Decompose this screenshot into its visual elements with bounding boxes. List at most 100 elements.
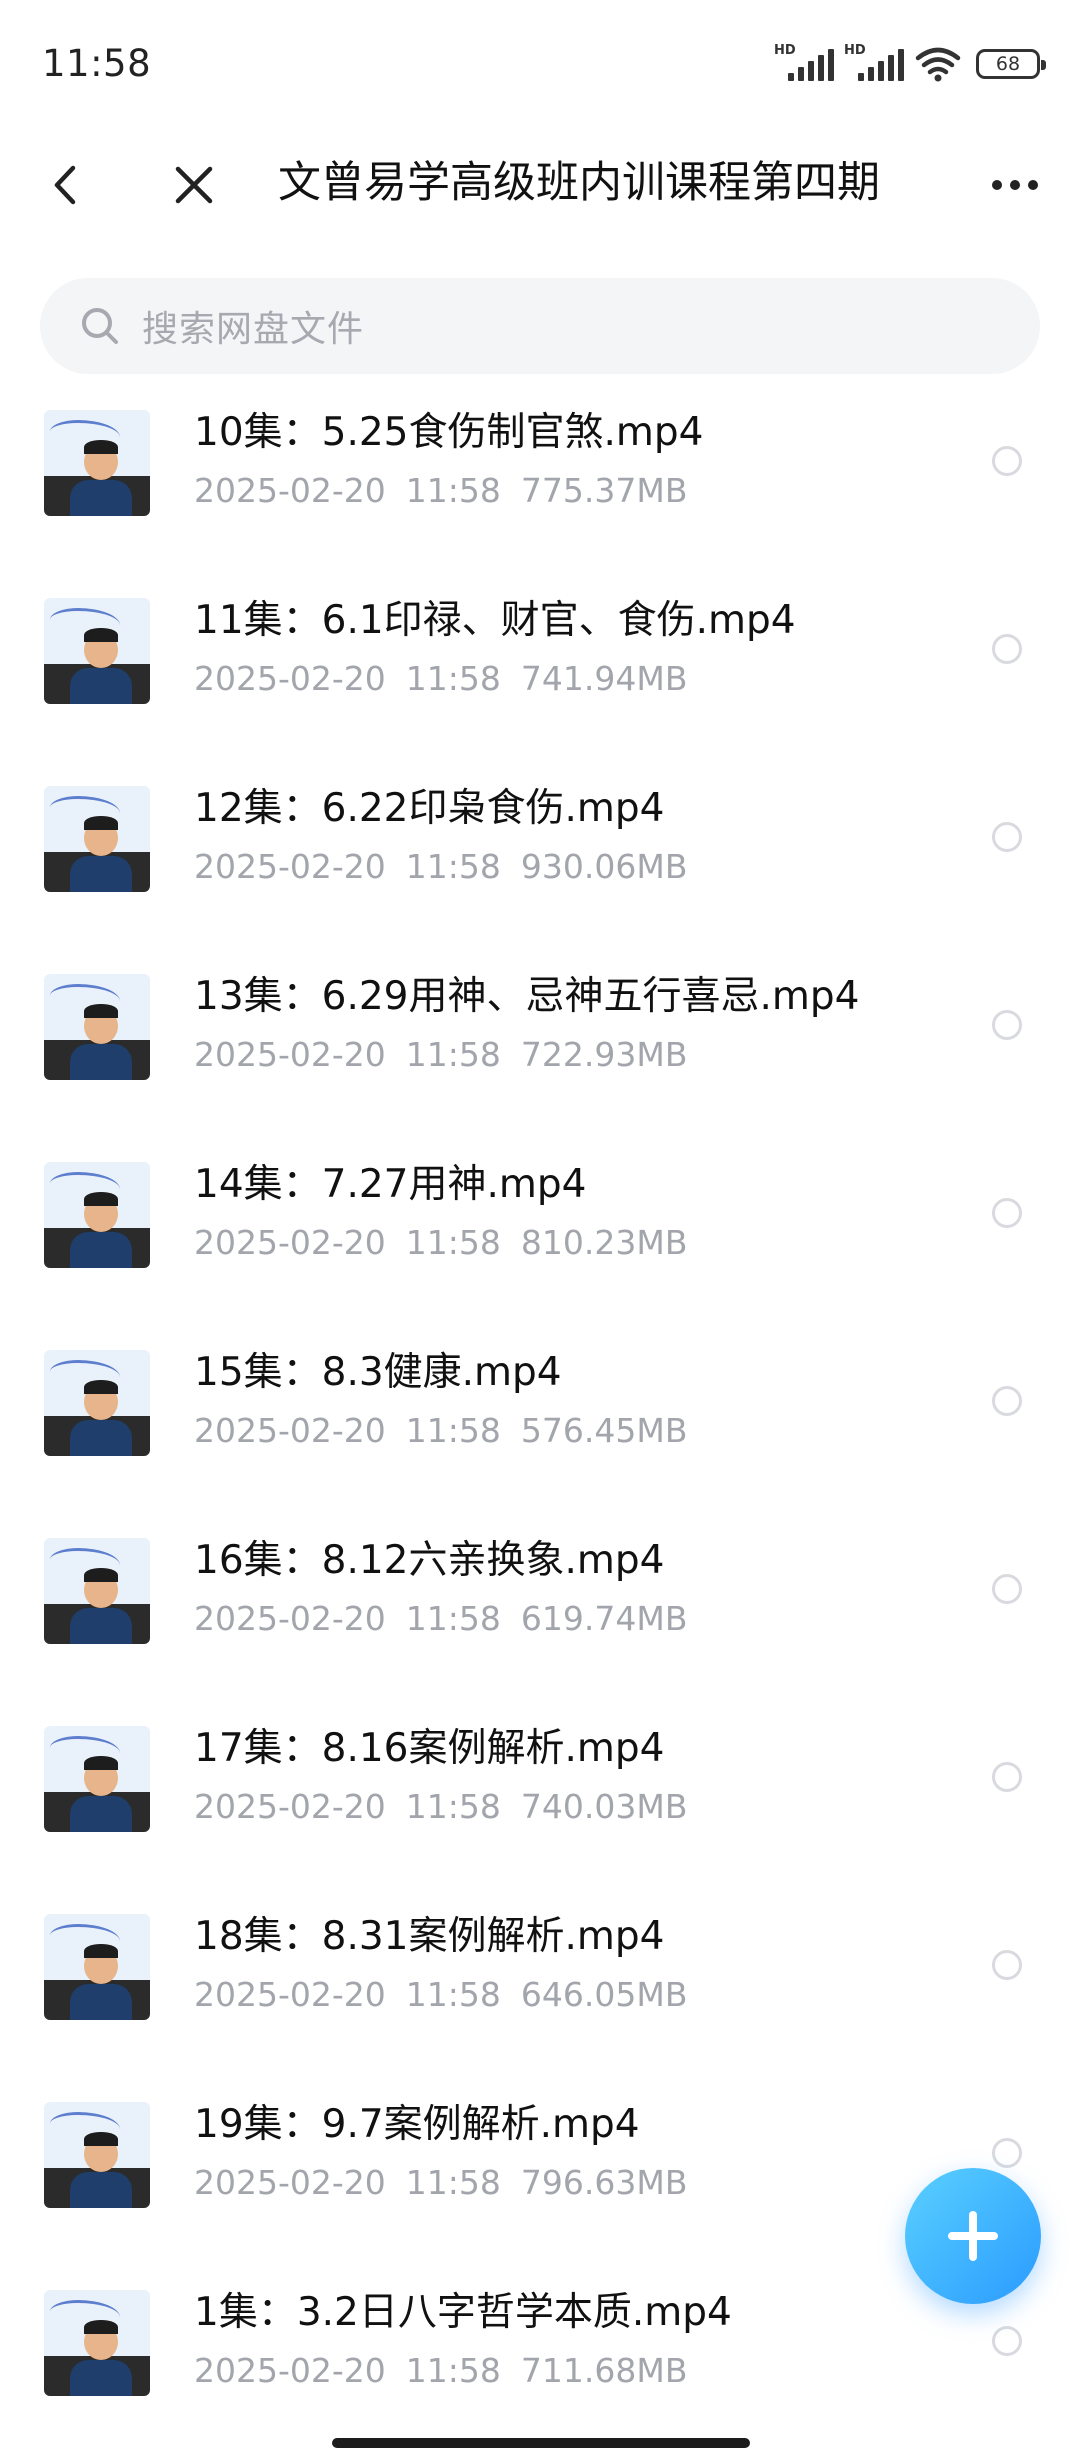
video-thumbnail [44,1350,150,1456]
video-thumbnail [44,974,150,1080]
select-checkbox[interactable] [992,446,1022,476]
video-thumbnail [44,1914,150,2020]
file-size: 796.63MB [520,2163,688,2202]
search-placeholder: 搜索网盘文件 [142,309,365,350]
file-time: 11:58 [405,1599,501,1638]
battery-icon: 68 [976,49,1046,79]
file-meta: 2025-02-20 11:58 810.23MB [194,1220,707,1266]
file-meta: 2025-02-20 11:58 775.37MB [194,468,707,514]
file-list-item[interactable]: 12集：6.22印枭食伤.mp4 2025-02-20 11:58 930.06MB [0,776,1080,964]
file-name: 13集：6.29用神、忌神五行喜忌.mp4 [194,974,860,1019]
status-time: 11:58 [42,42,152,85]
file-list-item[interactable]: 13集：6.29用神、忌神五行喜忌.mp4 2025-02-20 11:58 722.… [0,964,1080,1152]
file-list-item[interactable]: 16集：8.12六亲换象.mp4 2025-02-20 11:58 619.74MB [0,1528,1080,1716]
file-date: 2025-02-20 [194,1599,386,1638]
file-date: 2025-02-20 [194,1411,386,1450]
status-icons: HD HD 68 [774,43,1046,82]
file-date: 2025-02-20 [194,847,386,886]
file-name: 12集：6.22印枭食伤.mp4 [194,786,665,831]
select-checkbox[interactable] [992,634,1022,664]
signal-strength-icon: HD [774,43,834,81]
select-checkbox[interactable] [992,1950,1022,1980]
page-title: 文曾易学高级班内训课程第四期 [278,158,880,208]
select-checkbox[interactable] [992,1574,1022,1604]
battery-level: 68 [995,53,1021,75]
file-size: 619.74MB [520,1599,688,1638]
video-thumbnail [44,1538,150,1644]
video-thumbnail [44,410,150,516]
file-size: 722.93MB [520,1035,688,1074]
file-size: 740.03MB [520,1787,688,1826]
file-name: 10集：5.25食伤制官煞.mp4 [194,410,704,455]
file-meta: 2025-02-20 11:58 576.45MB [194,1408,707,1454]
file-time: 11:58 [405,1787,501,1826]
file-meta: 2025-02-20 11:58 646.05MB [194,1972,707,2018]
home-indicator[interactable] [332,2438,750,2448]
search-input[interactable]: 搜索网盘文件 [40,278,1040,374]
select-checkbox[interactable] [992,1386,1022,1416]
video-thumbnail [44,2290,150,2396]
file-meta: 2025-02-20 11:58 711.68MB [194,2348,707,2394]
more-options-button[interactable] [980,152,1050,218]
file-meta: 2025-02-20 11:58 930.06MB [194,844,707,890]
add-button[interactable] [905,2168,1041,2304]
file-size: 930.06MB [520,847,688,886]
file-time: 11:58 [405,659,501,698]
file-time: 11:58 [405,1411,501,1450]
file-date: 2025-02-20 [194,1223,386,1262]
file-size: 741.94MB [520,659,688,698]
select-checkbox[interactable] [992,2326,1022,2356]
file-time: 11:58 [405,2163,501,2202]
back-button[interactable] [40,152,90,218]
file-date: 2025-02-20 [194,2163,386,2202]
video-thumbnail [44,1162,150,1268]
file-time: 11:58 [405,471,501,510]
file-time: 11:58 [405,1035,501,1074]
file-list-item[interactable]: 10集：5.25食伤制官煞.mp4 2025-02-20 11:58 775.37MB [0,400,1080,588]
file-size: 646.05MB [520,1975,688,2014]
file-name: 19集：9.7案例解析.mp4 [194,2102,640,2147]
file-meta: 2025-02-20 11:58 740.03MB [194,1784,707,1830]
file-list-item[interactable]: 1集：3.2日八字哲学本质.mp4 2025-02-20 11:58 711.68MB [0,2280,1080,2420]
select-checkbox[interactable] [992,1010,1022,1040]
video-thumbnail [44,598,150,704]
file-date: 2025-02-20 [194,2351,386,2390]
signal-strength-icon: HD [844,43,904,81]
file-list-item[interactable]: 17集：8.16案例解析.mp4 2025-02-20 11:58 740.03MB [0,1716,1080,1904]
video-thumbnail [44,786,150,892]
video-thumbnail [44,1726,150,1832]
header: 文曾易学高级班内训课程第四期 [0,130,1080,250]
status-bar: 11:58 HD HD 68 [0,0,1080,130]
file-date: 2025-02-20 [194,471,386,510]
file-name: 15集：8.3健康.mp4 [194,1350,562,1395]
file-date: 2025-02-20 [194,1975,386,2014]
file-name: 11集：6.1印禄、财官、食伤.mp4 [194,598,796,643]
file-meta: 2025-02-20 11:58 796.63MB [194,2160,707,2206]
file-list-item[interactable]: 14集：7.27用神.mp4 2025-02-20 11:58 810.23MB [0,1152,1080,1340]
close-button[interactable] [164,152,224,218]
file-time: 11:58 [405,847,501,886]
file-date: 2025-02-20 [194,1787,386,1826]
select-checkbox[interactable] [992,822,1022,852]
file-date: 2025-02-20 [194,659,386,698]
select-checkbox[interactable] [992,2138,1022,2168]
file-name: 14集：7.27用神.mp4 [194,1162,587,1207]
file-time: 11:58 [405,1223,501,1262]
file-meta: 2025-02-20 11:58 722.93MB [194,1032,707,1078]
file-name: 18集：8.31案例解析.mp4 [194,1914,665,1959]
file-size: 711.68MB [520,2351,688,2390]
more-dots-icon [992,180,1002,190]
select-checkbox[interactable] [992,1762,1022,1792]
wifi-icon [915,47,961,82]
file-date: 2025-02-20 [194,1035,386,1074]
file-name: 16集：8.12六亲换象.mp4 [194,1538,665,1583]
file-name: 1集：3.2日八字哲学本质.mp4 [194,2290,732,2335]
search-icon [82,308,118,344]
file-list-item[interactable]: 15集：8.3健康.mp4 2025-02-20 11:58 576.45MB [0,1340,1080,1528]
file-list-item[interactable]: 18集：8.31案例解析.mp4 2025-02-20 11:58 646.05MB [0,1904,1080,2092]
file-size: 810.23MB [520,1223,688,1262]
file-meta: 2025-02-20 11:58 741.94MB [194,656,707,702]
file-list-item[interactable]: 11集：6.1印禄、财官、食伤.mp4 2025-02-20 11:58 741.94… [0,588,1080,776]
file-meta: 2025-02-20 11:58 619.74MB [194,1596,707,1642]
select-checkbox[interactable] [992,1198,1022,1228]
